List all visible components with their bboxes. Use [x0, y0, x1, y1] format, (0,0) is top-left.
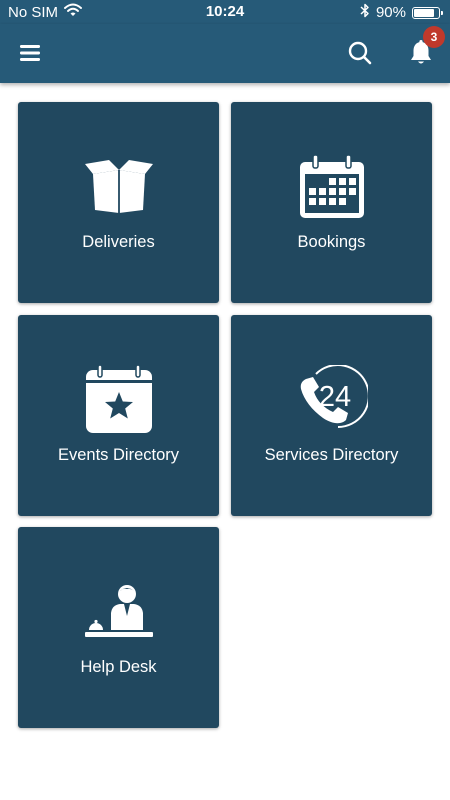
tile-help-desk[interactable]: Help Desk [18, 527, 219, 728]
phone-24-icon: 24 [300, 365, 368, 428]
battery-cap [441, 10, 443, 15]
tile-services-directory[interactable]: 24 Services Directory [231, 315, 432, 516]
calendar-star-icon [85, 365, 152, 433]
tile-label: Help Desk [80, 658, 157, 676]
calendar-grid-icon [299, 154, 364, 218]
package-box-icon [84, 160, 153, 213]
battery-percent: 90% [375, 4, 406, 21]
tile-label: Events Directory [57, 446, 180, 464]
tile-label: Bookings [297, 233, 366, 251]
tile-events-directory[interactable]: Events Directory [18, 315, 219, 516]
status-bar: No SIM 10:24 90% [0, 0, 450, 24]
app-header: 3 [0, 24, 450, 83]
hamburger-menu-icon[interactable] [18, 41, 42, 65]
bluetooth-icon [360, 3, 370, 22]
tile-label: Services Directory [264, 446, 399, 464]
notification-count-badge[interactable]: 3 [423, 26, 445, 48]
tile-bookings[interactable]: Bookings [231, 102, 432, 303]
battery-icon [412, 6, 443, 19]
tile-deliveries[interactable]: Deliveries [18, 102, 219, 303]
tile-label: Deliveries [82, 233, 155, 251]
search-icon[interactable] [347, 40, 373, 66]
status-right: 90% [360, 3, 443, 22]
receptionist-icon [84, 585, 153, 637]
battery-fill [414, 8, 434, 17]
